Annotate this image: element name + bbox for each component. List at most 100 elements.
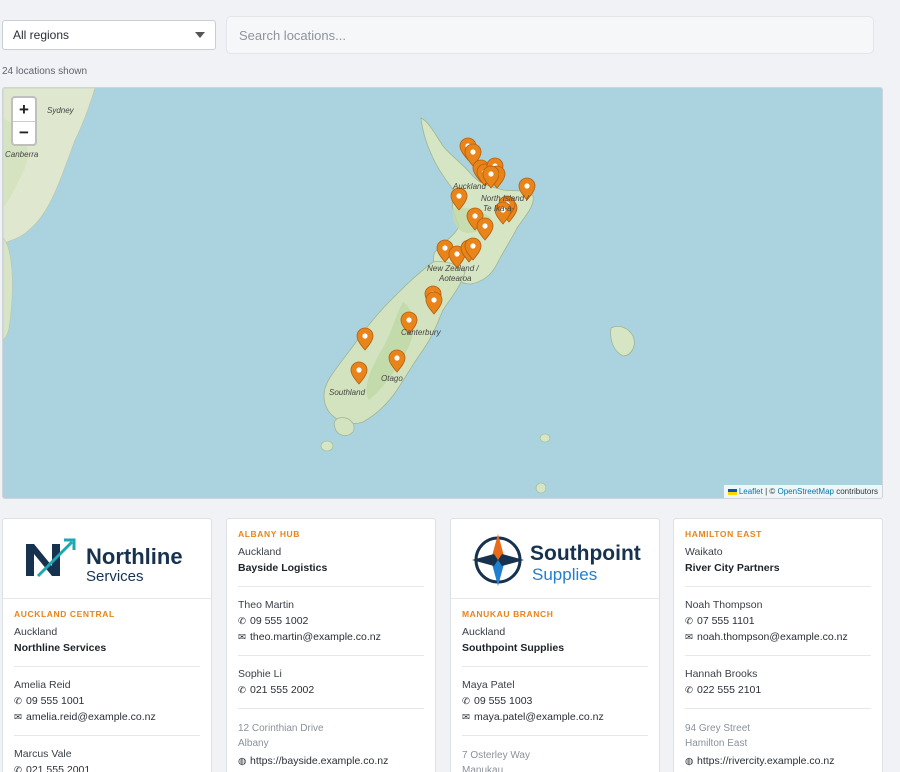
- map-marker-dot: [406, 317, 412, 323]
- leaflet-link[interactable]: Leaflet: [739, 487, 763, 496]
- map-label-aotearoa: Aotearoa: [439, 274, 472, 283]
- location-count: 24 locations shown: [2, 66, 88, 77]
- contact-name: Noah Thompson: [685, 599, 763, 611]
- globe-icon: ◍: [685, 755, 694, 767]
- map-label-canberra: Canberra: [5, 150, 39, 159]
- contact-email[interactable]: theo.martin@example.co.nz: [250, 631, 381, 643]
- contact-name: Amelia Reid: [14, 679, 71, 691]
- map-label-sydney: Sydney: [47, 106, 74, 115]
- company-name: River City Partners: [685, 562, 780, 574]
- company-name: Northline Services: [14, 642, 107, 654]
- contact-phone[interactable]: 09 555 1003: [474, 695, 532, 707]
- map[interactable]: + − Sydney Canberra Auckland North Islan…: [2, 87, 883, 499]
- contact-phone[interactable]: 021 555 2002: [250, 684, 314, 696]
- map-marker-dot: [356, 367, 362, 373]
- location-card[interactable]: Hamilton East Waikato River City Partner…: [673, 518, 883, 772]
- chevron-down-icon: [195, 32, 205, 38]
- divider: [685, 586, 871, 587]
- zoom-in-button[interactable]: +: [13, 98, 35, 121]
- website-link[interactable]: https://bayside.example.co.nz: [250, 755, 388, 767]
- divider: [462, 735, 648, 736]
- contact-phone[interactable]: 09 555 1002: [250, 615, 308, 627]
- website-link[interactable]: https://rivercity.example.co.nz: [697, 755, 835, 767]
- address-street: 94 Grey Street: [685, 723, 751, 734]
- company-logo: Northline Services: [3, 519, 211, 599]
- contact-name: Theo Martin: [238, 599, 295, 611]
- divider: [238, 655, 424, 656]
- map-marker-dot: [470, 149, 476, 155]
- contact-phone[interactable]: 022 555 2101: [697, 684, 761, 696]
- contact-email[interactable]: maya.patel@example.co.nz: [474, 711, 604, 723]
- zoom-out-button[interactable]: −: [13, 121, 35, 144]
- address-suburb: Albany: [238, 738, 269, 749]
- chatham-islands: [610, 326, 635, 357]
- contact-phone[interactable]: 021 555 2001: [26, 764, 90, 772]
- map-marker-dot: [442, 245, 448, 251]
- tasmania-edge: [3, 237, 13, 341]
- contact-phone[interactable]: 07 555 1101: [697, 615, 755, 627]
- map-marker-dot: [362, 333, 368, 339]
- contact-name: Maya Patel: [462, 679, 515, 691]
- divider: [462, 666, 648, 667]
- location-card[interactable]: Northline Services Auckland Central Auck…: [2, 518, 212, 772]
- contact-email[interactable]: noah.thompson@example.co.nz: [697, 631, 848, 643]
- company-name: Bayside Logistics: [238, 562, 328, 574]
- map-marker-dot: [482, 223, 488, 229]
- map-attribution: Leaflet | © OpenStreetMap contributors: [723, 485, 882, 498]
- map-label-north-island: North Island /: [481, 194, 529, 203]
- branch-name: Albany Hub: [238, 529, 301, 539]
- phone-icon: ✆: [238, 684, 246, 696]
- divider: [685, 655, 871, 656]
- email-icon: ✉: [462, 711, 470, 723]
- contact-name: Marcus Vale: [14, 748, 72, 760]
- map-marker-dot: [488, 171, 494, 177]
- branch-name: Auckland Central: [14, 609, 115, 619]
- map-label-auckland: Auckland: [453, 182, 486, 191]
- region-select[interactable]: All regions: [2, 20, 216, 50]
- zoom-control: + −: [11, 96, 37, 146]
- search-placeholder: Search locations...: [239, 27, 346, 43]
- location-card[interactable]: Southpoint Supplies Manukau Branch Auckl…: [450, 518, 660, 772]
- contact-name: Sophie Li: [238, 668, 282, 680]
- branch-name: Hamilton East: [685, 529, 762, 539]
- logo-line2: Supplies: [532, 565, 597, 584]
- phone-icon: ✆: [685, 615, 693, 627]
- address-street: 7 Osterley Way: [462, 750, 530, 761]
- address-suburb: Hamilton East: [685, 738, 748, 749]
- address-street: 12 Corinthian Drive: [238, 723, 324, 734]
- branch-name: Manukau Branch: [462, 609, 554, 619]
- divider: [14, 735, 200, 736]
- city: Waikato: [685, 546, 723, 558]
- city: Auckland: [462, 626, 506, 638]
- globe-icon: ◍: [238, 755, 247, 767]
- contact-email[interactable]: amelia.reid@example.co.nz: [26, 711, 156, 723]
- map-marker-dot: [431, 297, 437, 303]
- ukraine-flag-icon: [727, 488, 737, 495]
- osm-link[interactable]: OpenStreetMap: [777, 487, 833, 496]
- map-marker-dot: [456, 193, 462, 199]
- city: Auckland: [238, 546, 282, 558]
- map-marker-dot: [454, 251, 460, 257]
- map-marker-dot: [524, 183, 530, 189]
- contact-phone[interactable]: 09 555 1001: [26, 695, 84, 707]
- map-label-new-zealand: New Zealand /: [427, 264, 479, 273]
- phone-icon: ✆: [14, 764, 22, 772]
- logo-line1: Southpoint: [530, 542, 641, 565]
- phone-icon: ✆: [685, 684, 693, 696]
- email-icon: ✉: [685, 631, 693, 643]
- company-logo: Southpoint Supplies: [451, 519, 659, 599]
- map-label-southland: Southland: [329, 388, 366, 397]
- search-input[interactable]: Search locations...: [226, 16, 874, 54]
- map-marker-dot: [472, 213, 478, 219]
- logo-line2: Services: [86, 568, 144, 585]
- address-suburb: Manukau: [462, 765, 504, 772]
- divider: [238, 708, 424, 709]
- location-card[interactable]: Albany Hub Auckland Bayside Logistics Th…: [226, 518, 436, 772]
- map-marker-dot: [394, 355, 400, 361]
- map-canvas: [3, 88, 635, 494]
- divider: [238, 586, 424, 587]
- company-name: Southpoint Supplies: [462, 642, 565, 654]
- map-label-canterbury: Canterbury: [401, 328, 441, 337]
- divider: [14, 666, 200, 667]
- email-icon: ✉: [14, 711, 22, 723]
